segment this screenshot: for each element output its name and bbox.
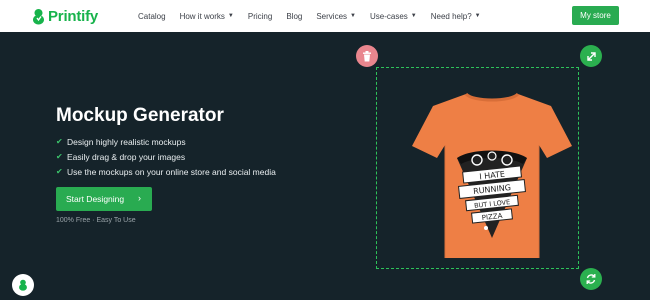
hero-title: Mockup Generator — [56, 105, 224, 126]
rotate-icon — [586, 274, 596, 284]
feature-item: ✔ Design highly realistic mockups — [56, 134, 276, 149]
feature-item: ✔ Easily drag & drop your images — [56, 149, 276, 164]
check-icon: ✔ — [56, 167, 63, 176]
menu-label: Pricing — [247, 11, 273, 21]
printify-chat-icon — [19, 279, 27, 291]
tshirt-mockup-image[interactable]: I HATE RUNNING BUT I LOVE PIZZA — [411, 90, 573, 260]
menu-blog[interactable]: Blog — [286, 12, 302, 21]
check-icon: ✔ — [56, 152, 63, 161]
check-icon: ✔ — [56, 137, 63, 146]
menu-pricing[interactable]: Pricing — [248, 12, 272, 21]
caret-down-icon: ▼ — [227, 13, 234, 19]
feature-item: ✔ Use the mockups on your online store an… — [56, 164, 276, 179]
delete-handle[interactable] — [356, 45, 378, 67]
menu-how-it-works[interactable]: How it works ▼ — [180, 12, 234, 21]
feature-text: Easily drag & drop your images — [67, 151, 186, 162]
start-designing-button[interactable]: Start Designing › — [56, 187, 152, 211]
top-nav: Printify Catalog How it works ▼ Pricing B… — [0, 0, 650, 32]
feature-list: ✔ Design highly realistic mockups ✔ Easily… — [56, 134, 276, 179]
hero-subtext: 100% Free · Easy To Use — [56, 217, 136, 224]
caret-down-icon: ▼ — [350, 13, 356, 19]
feature-text: Design highly realistic mockups — [67, 136, 186, 147]
menu-need-help[interactable]: Need help? ▼ — [431, 12, 481, 21]
logo-text: Printify — [48, 7, 99, 25]
menu-label: Services — [316, 11, 348, 21]
chat-widget-button[interactable] — [12, 274, 34, 296]
main-menu: Catalog How it works ▼ Pricing Blog Servi… — [138, 0, 495, 32]
resize-handle[interactable] — [580, 45, 602, 67]
printify-logo[interactable]: Printify — [32, 6, 98, 26]
feature-text: Use the mockups on your online store and… — [67, 166, 276, 177]
menu-catalog[interactable]: Catalog — [138, 12, 166, 21]
caret-down-icon: ▼ — [474, 13, 481, 19]
menu-label: Need help? — [430, 11, 472, 21]
menu-label: How it works — [179, 11, 225, 21]
printify-logo-icon — [33, 8, 44, 24]
menu-label: Blog — [286, 11, 303, 21]
menu-use-cases[interactable]: Use-cases ▼ — [370, 12, 417, 21]
my-store-button[interactable]: My store — [572, 6, 619, 25]
caret-down-icon: ▼ — [410, 13, 417, 19]
resize-arrows-icon — [586, 51, 596, 61]
hero-section: Mockup Generator ✔ Design highly realisti… — [0, 32, 650, 300]
menu-services[interactable]: Services ▼ — [316, 12, 356, 21]
rotate-handle[interactable] — [580, 268, 602, 290]
menu-label: Catalog — [138, 11, 166, 21]
trash-icon — [363, 50, 371, 61]
cta-label: Start Designing — [66, 194, 125, 204]
chevron-right-icon: › — [138, 193, 141, 203]
menu-label: Use-cases — [369, 11, 408, 21]
